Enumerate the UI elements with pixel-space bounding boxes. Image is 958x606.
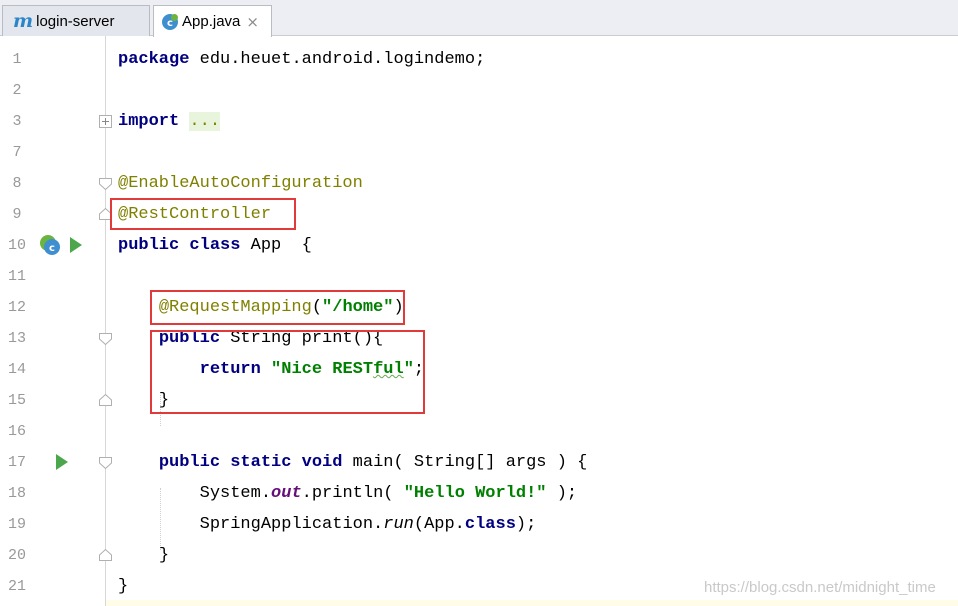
line-number: 13: [7, 330, 26, 347]
static-field: out: [271, 484, 302, 503]
string-literal: "Hello World!": [403, 484, 547, 503]
code-text: (App.: [413, 515, 465, 534]
static-method: run: [383, 515, 414, 534]
spring-java-class-icon: c: [162, 13, 178, 30]
code-text: }: [118, 577, 129, 596]
tab-label: App.java: [182, 13, 241, 30]
maven-icon: m: [13, 10, 34, 32]
spring-bean-icon[interactable]: c: [38, 233, 62, 257]
fold-end-icon[interactable]: [99, 394, 112, 406]
code-text: );: [546, 484, 578, 503]
annotation: @EnableAutoConfiguration: [118, 174, 363, 193]
keyword: import: [118, 112, 180, 131]
fold-collapse-icon[interactable]: [99, 178, 112, 190]
keyword: public: [158, 453, 221, 472]
code-text: System.: [199, 484, 272, 503]
keyword: public: [118, 236, 180, 255]
code-line: 12 @RequestMapping("/home"): [0, 292, 958, 323]
line-number: 9: [12, 206, 22, 223]
code-line: 14 return "Nice RESTful";: [0, 354, 958, 385]
line-number: 7: [12, 144, 22, 161]
code-line: 10 c public class App {: [0, 230, 958, 261]
line-number: 10: [7, 237, 26, 254]
line-number: 20: [7, 547, 26, 564]
svg-text:c: c: [49, 243, 55, 254]
line-number: 16: [7, 423, 26, 440]
code-text: );: [515, 515, 537, 534]
code-text: App {: [240, 236, 312, 255]
highlight-box-request-mapping: [150, 290, 405, 325]
fold-end-icon[interactable]: [99, 549, 112, 561]
tab-label: login-server: [36, 12, 115, 30]
keyword: static: [230, 453, 292, 472]
run-icon[interactable]: [56, 454, 68, 470]
keyword: class: [189, 236, 241, 255]
editor-tab-bar: m login-server c App.java ×: [0, 0, 958, 37]
line-number: 8: [12, 175, 22, 192]
code-text: .println(: [301, 484, 404, 503]
code-line: 16: [0, 416, 958, 447]
line-number: 2: [12, 82, 22, 99]
folded-imports[interactable]: ...: [189, 112, 221, 131]
code-line: 20 }: [0, 540, 958, 571]
code-line: 2: [0, 75, 958, 106]
code-line: 7: [0, 137, 958, 168]
code-line: 8 @EnableAutoConfiguration: [0, 168, 958, 199]
line-number: 14: [7, 361, 26, 378]
line-number: 15: [7, 392, 26, 409]
code-line: 13 public String print(){: [0, 323, 958, 354]
code-editor[interactable]: 1 package edu.heuet.android.logindemo; 2…: [0, 36, 958, 606]
fold-expand-icon[interactable]: [99, 115, 112, 128]
run-icon[interactable]: [70, 237, 82, 253]
keyword: class: [464, 515, 516, 534]
line-number: 18: [7, 485, 26, 502]
code-line: 11: [0, 261, 958, 292]
code-text: main( String[] args ) {: [342, 453, 588, 472]
fold-collapse-icon[interactable]: [99, 457, 112, 469]
code-line: 1 package edu.heuet.android.logindemo;: [0, 44, 958, 75]
highlight-box-print-method: [150, 330, 425, 414]
code-line: 18 System.out.println( "Hello World!" );: [0, 478, 958, 509]
line-number: 1: [12, 51, 22, 68]
keyword: package: [118, 50, 190, 69]
line-number: 17: [7, 454, 26, 471]
watermark: https://blog.csdn.net/midnight_time: [704, 579, 936, 596]
keyword: void: [301, 453, 343, 472]
code-text: edu.heuet.android.logindemo;: [189, 50, 486, 69]
code-line: 15 }: [0, 385, 958, 416]
line-number: 19: [7, 516, 26, 533]
line-number: 12: [7, 299, 26, 316]
code-line: 3 import ...: [0, 106, 958, 137]
editor-bottom-strip: [106, 600, 958, 606]
code-text: }: [158, 546, 170, 565]
tab-app-java[interactable]: c App.java ×: [153, 5, 272, 37]
close-icon[interactable]: ×: [246, 13, 259, 31]
highlight-box-rest-controller: [110, 198, 296, 230]
line-number: 11: [7, 268, 26, 285]
line-number: 21: [7, 578, 26, 595]
fold-collapse-icon[interactable]: [99, 333, 112, 345]
tab-login-server[interactable]: m login-server: [2, 5, 150, 36]
code-text: SpringApplication.: [199, 515, 384, 534]
code-line: 19 SpringApplication.run(App.class);: [0, 509, 958, 540]
code-line: 17 public static void main( String[] arg…: [0, 447, 958, 478]
line-number: 3: [12, 113, 22, 130]
